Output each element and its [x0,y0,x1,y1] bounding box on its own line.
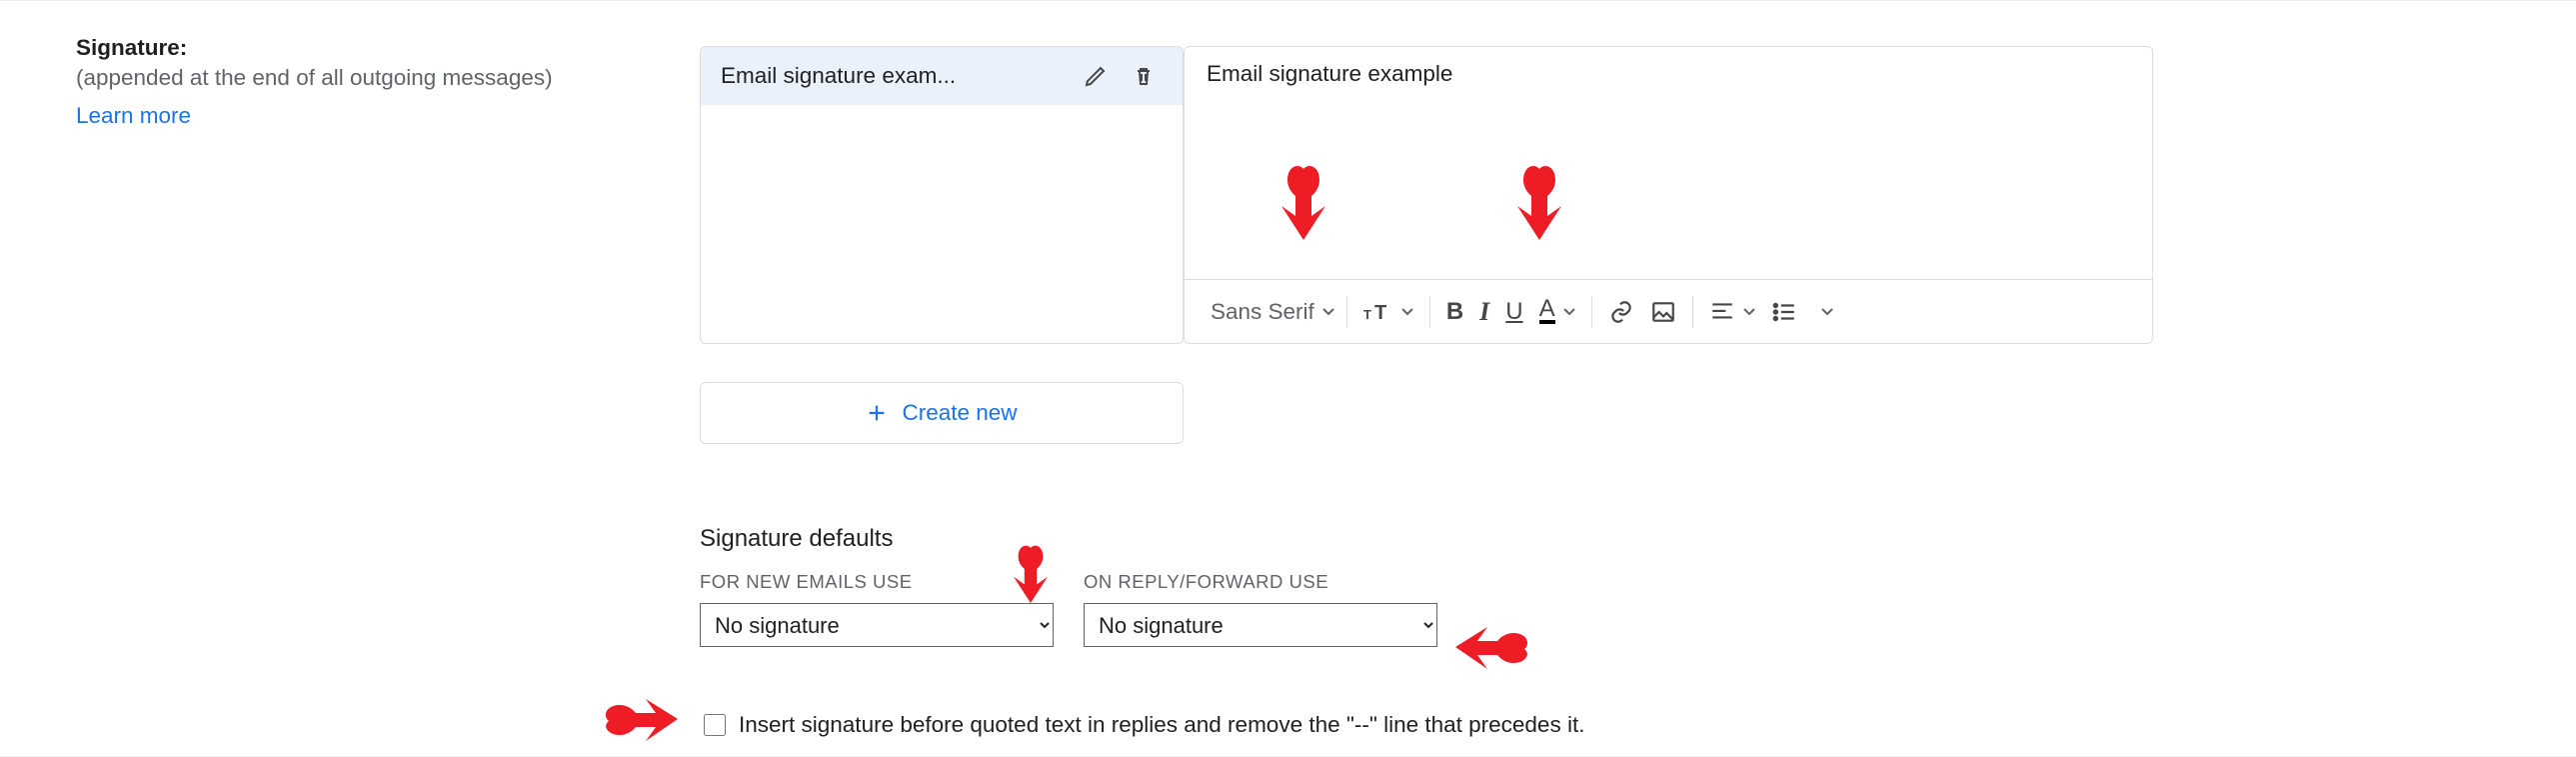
insert-before-quoted-checkbox[interactable] [704,714,726,736]
underline-button[interactable]: U [1497,293,1530,331]
for-new-select[interactable]: No signature [700,603,1054,647]
signature-list-item[interactable]: Email signature exam... [701,47,1183,105]
signature-title: Signature: [76,35,576,61]
signature-defaults: Signature defaults FOR NEW EMAILS USE No… [700,525,1899,647]
toolbar-separator [1346,296,1347,328]
font-family-picker[interactable]: Sans Serif [1203,293,1338,331]
create-new-signature-button[interactable]: Create new [700,382,1184,444]
insert-before-quoted-row: Insert signature before quoted text in r… [700,711,1584,739]
for-new-label: FOR NEW EMAILS USE [700,571,1054,593]
list-button[interactable] [1763,293,1805,331]
plus-icon [866,402,888,424]
edit-icon[interactable] [1077,57,1115,95]
signature-list-panel: Email signature exam... [700,46,1184,344]
toolbar-separator [1692,296,1693,328]
svg-text:T: T [1363,307,1371,322]
text-color-button[interactable]: A [1531,293,1583,331]
insert-link-button[interactable] [1600,293,1642,331]
on-reply-label: ON REPLY/FORWARD USE [1084,571,1437,593]
delete-icon[interactable] [1125,57,1163,95]
insert-before-quoted-label: Insert signature before quoted text in r… [739,712,1584,738]
svg-text:T: T [1374,302,1386,323]
signature-description: Signature: (appended at the end of all o… [76,35,576,129]
italic-button[interactable]: I [1471,293,1497,331]
signature-name: Email signature exam... [721,63,1077,89]
toolbar-separator [1591,296,1592,328]
signature-subtitle: (appended at the end of all outgoing mes… [76,65,576,91]
bold-button[interactable]: B [1438,293,1471,331]
more-formatting-button[interactable] [1805,293,1841,331]
learn-more-link[interactable]: Learn more [76,103,576,129]
on-reply-select[interactable]: No signature [1084,603,1437,647]
toolbar-separator [1429,296,1430,328]
annotation-arrow [600,695,678,749]
signature-editor-body[interactable]: Email signature example [1185,47,2152,279]
align-button[interactable] [1701,293,1763,331]
defaults-heading: Signature defaults [700,525,1899,553]
font-size-picker[interactable]: T T [1355,293,1421,331]
editor-toolbar: Sans Serif T T B I U A [1185,279,2152,343]
insert-image-button[interactable] [1642,293,1684,331]
signature-editor: Email signature example Sans Serif T T B… [1184,46,2153,344]
